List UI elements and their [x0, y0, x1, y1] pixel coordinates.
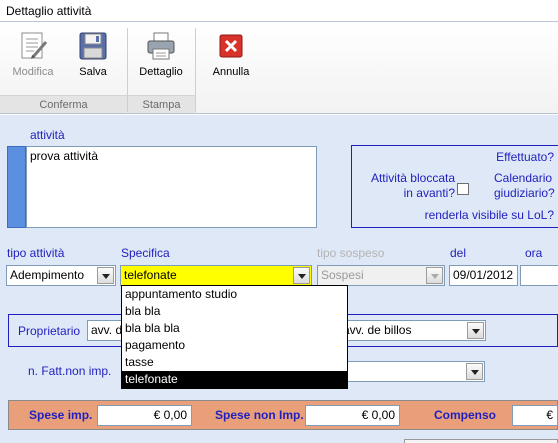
dettaglio-label: Dettaglio [139, 66, 183, 78]
stampa-group-label: Stampa [128, 95, 195, 113]
tipo-sospeso-label: tipo sospeso [317, 246, 385, 260]
spese-non-imp-label: Spese non Imp. [215, 408, 304, 422]
specifica-value: telefonate [124, 268, 177, 282]
calendario-label-line1: Calendario [494, 171, 553, 185]
dettaglio-button[interactable]: Dettaglio [134, 30, 188, 92]
ribbon-toolbar: Modifica Salva Dettaglio Annulla Conferm… [0, 22, 558, 114]
chevron-down-icon[interactable] [466, 363, 483, 380]
dropdown-option[interactable]: bla bla bla [122, 320, 347, 337]
spese-non-imp-input[interactable]: € 0,00 [305, 405, 400, 426]
avvocato-select[interactable]: avv. de billos [339, 320, 486, 341]
nfatt-select[interactable] [338, 361, 485, 382]
chevron-down-icon[interactable] [467, 322, 484, 339]
close-icon [215, 30, 247, 62]
visibile-lol-label: renderla visibile su LoL? [424, 208, 554, 222]
avvocato-value: avv. de billos [343, 323, 412, 337]
proprietario-label: Proprietario [18, 324, 81, 338]
specifica-label: Specifica [121, 246, 170, 260]
ora-label: ora [525, 246, 543, 260]
printer-icon [145, 30, 177, 62]
attivita-label: attività [30, 128, 65, 142]
attivita-color-strip [7, 146, 26, 228]
edit-document-icon [17, 30, 49, 62]
annulla-button[interactable]: Annulla [204, 30, 258, 92]
spese-imp-input[interactable]: € 0,00 [97, 405, 192, 426]
modifica-label: Modifica [12, 66, 54, 78]
effettuato-label[interactable]: Effettuato? [496, 150, 554, 164]
conferma-group-label: Conferma [0, 95, 127, 113]
chevron-down-icon [426, 267, 443, 284]
bottom-button-edge[interactable] [404, 439, 558, 443]
window-title: Dettaglio attività [6, 4, 92, 18]
dropdown-option[interactable]: tasse [122, 354, 347, 371]
ribbon-separator [195, 28, 196, 112]
attivita-textarea[interactable]: prova attività [26, 146, 317, 228]
salva-label: Salva [79, 66, 107, 78]
tipo-attivita-value: Adempimento [10, 268, 85, 282]
calendario-label-line2: giudiziario? [494, 186, 555, 200]
bloccata-label-line2: in avanti? [403, 186, 455, 200]
specifica-dropdown-list[interactable]: appuntamento studio bla bla bla bla bla … [121, 285, 348, 389]
dropdown-option[interactable]: appuntamento studio [122, 286, 347, 303]
dropdown-option-selected[interactable]: telefonate [122, 371, 347, 388]
modifica-button[interactable]: Modifica [6, 30, 60, 92]
tipo-attivita-select[interactable]: Adempimento [6, 265, 116, 286]
nfatt-label: n. Fatt.non imp. [28, 364, 112, 378]
tipo-sospeso-value: Sospesi [321, 268, 364, 282]
form-panel: attività prova attività Effettuato? Atti… [0, 115, 558, 443]
tipo-sospeso-select: Sospesi [317, 265, 445, 286]
attivita-options-box: Effettuato? Attività bloccata in avanti?… [351, 145, 558, 228]
window-titlebar: Dettaglio attività [0, 0, 558, 22]
chevron-down-icon[interactable] [97, 267, 114, 284]
bloccata-checkbox[interactable] [457, 183, 469, 195]
compenso-input[interactable]: € [512, 405, 558, 426]
compenso-label: Compenso [434, 408, 497, 422]
specifica-select[interactable]: telefonate [120, 265, 312, 286]
spese-imp-label: Spese imp. [29, 408, 93, 422]
floppy-disk-icon [77, 30, 109, 62]
annulla-label: Annulla [212, 66, 250, 78]
proprietario-value: avv. d [91, 323, 123, 337]
salva-button[interactable]: Salva [66, 30, 120, 92]
tipo-attivita-label: tipo attività [7, 246, 65, 260]
del-date-input[interactable]: 09/01/2012 [449, 265, 518, 286]
chevron-down-icon[interactable] [293, 267, 310, 284]
bloccata-label-line1: Attività bloccata [370, 171, 455, 185]
del-label: del [450, 246, 467, 260]
dropdown-option[interactable]: pagamento [122, 337, 347, 354]
ora-input[interactable] [520, 265, 558, 286]
spese-bar: Spese imp. € 0,00 Spese non Imp. € 0,00 … [8, 400, 558, 430]
dropdown-option[interactable]: bla bla [122, 303, 347, 320]
